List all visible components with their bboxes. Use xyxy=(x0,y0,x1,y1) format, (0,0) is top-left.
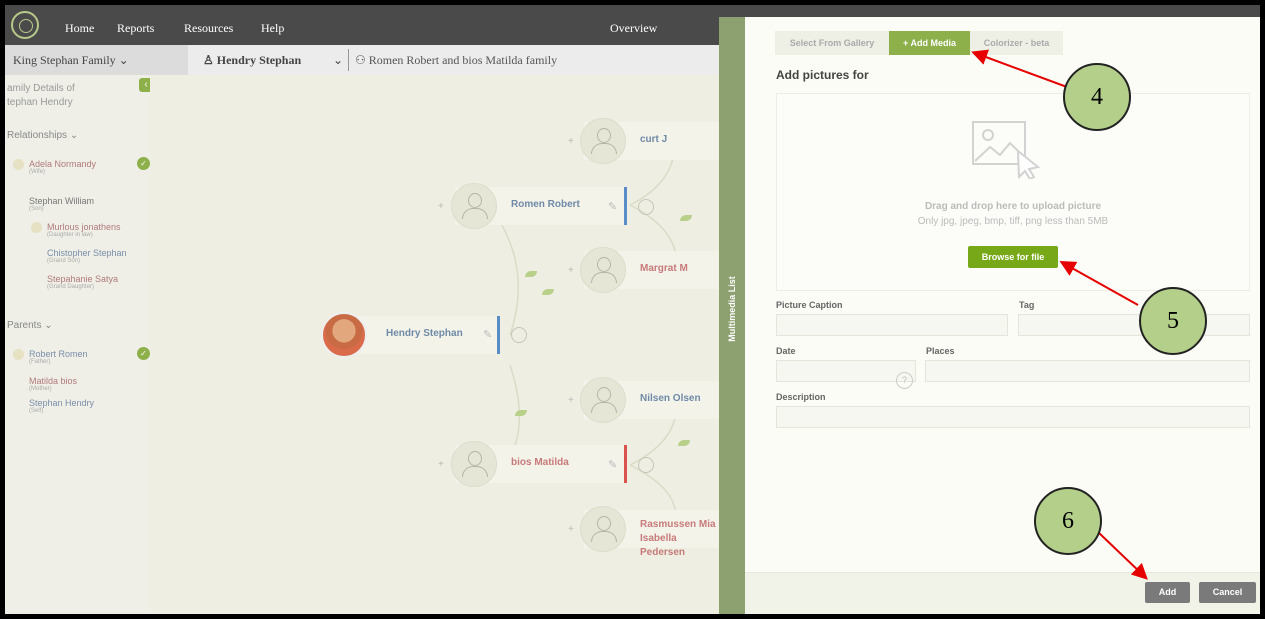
screenshot-frame: Home Reports Resources Help Overview Kin… xyxy=(0,0,1265,619)
callout-step-6: 6 xyxy=(1034,487,1102,555)
callout-step-5: 5 xyxy=(1139,287,1207,355)
callout-step-4: 4 xyxy=(1063,63,1131,131)
